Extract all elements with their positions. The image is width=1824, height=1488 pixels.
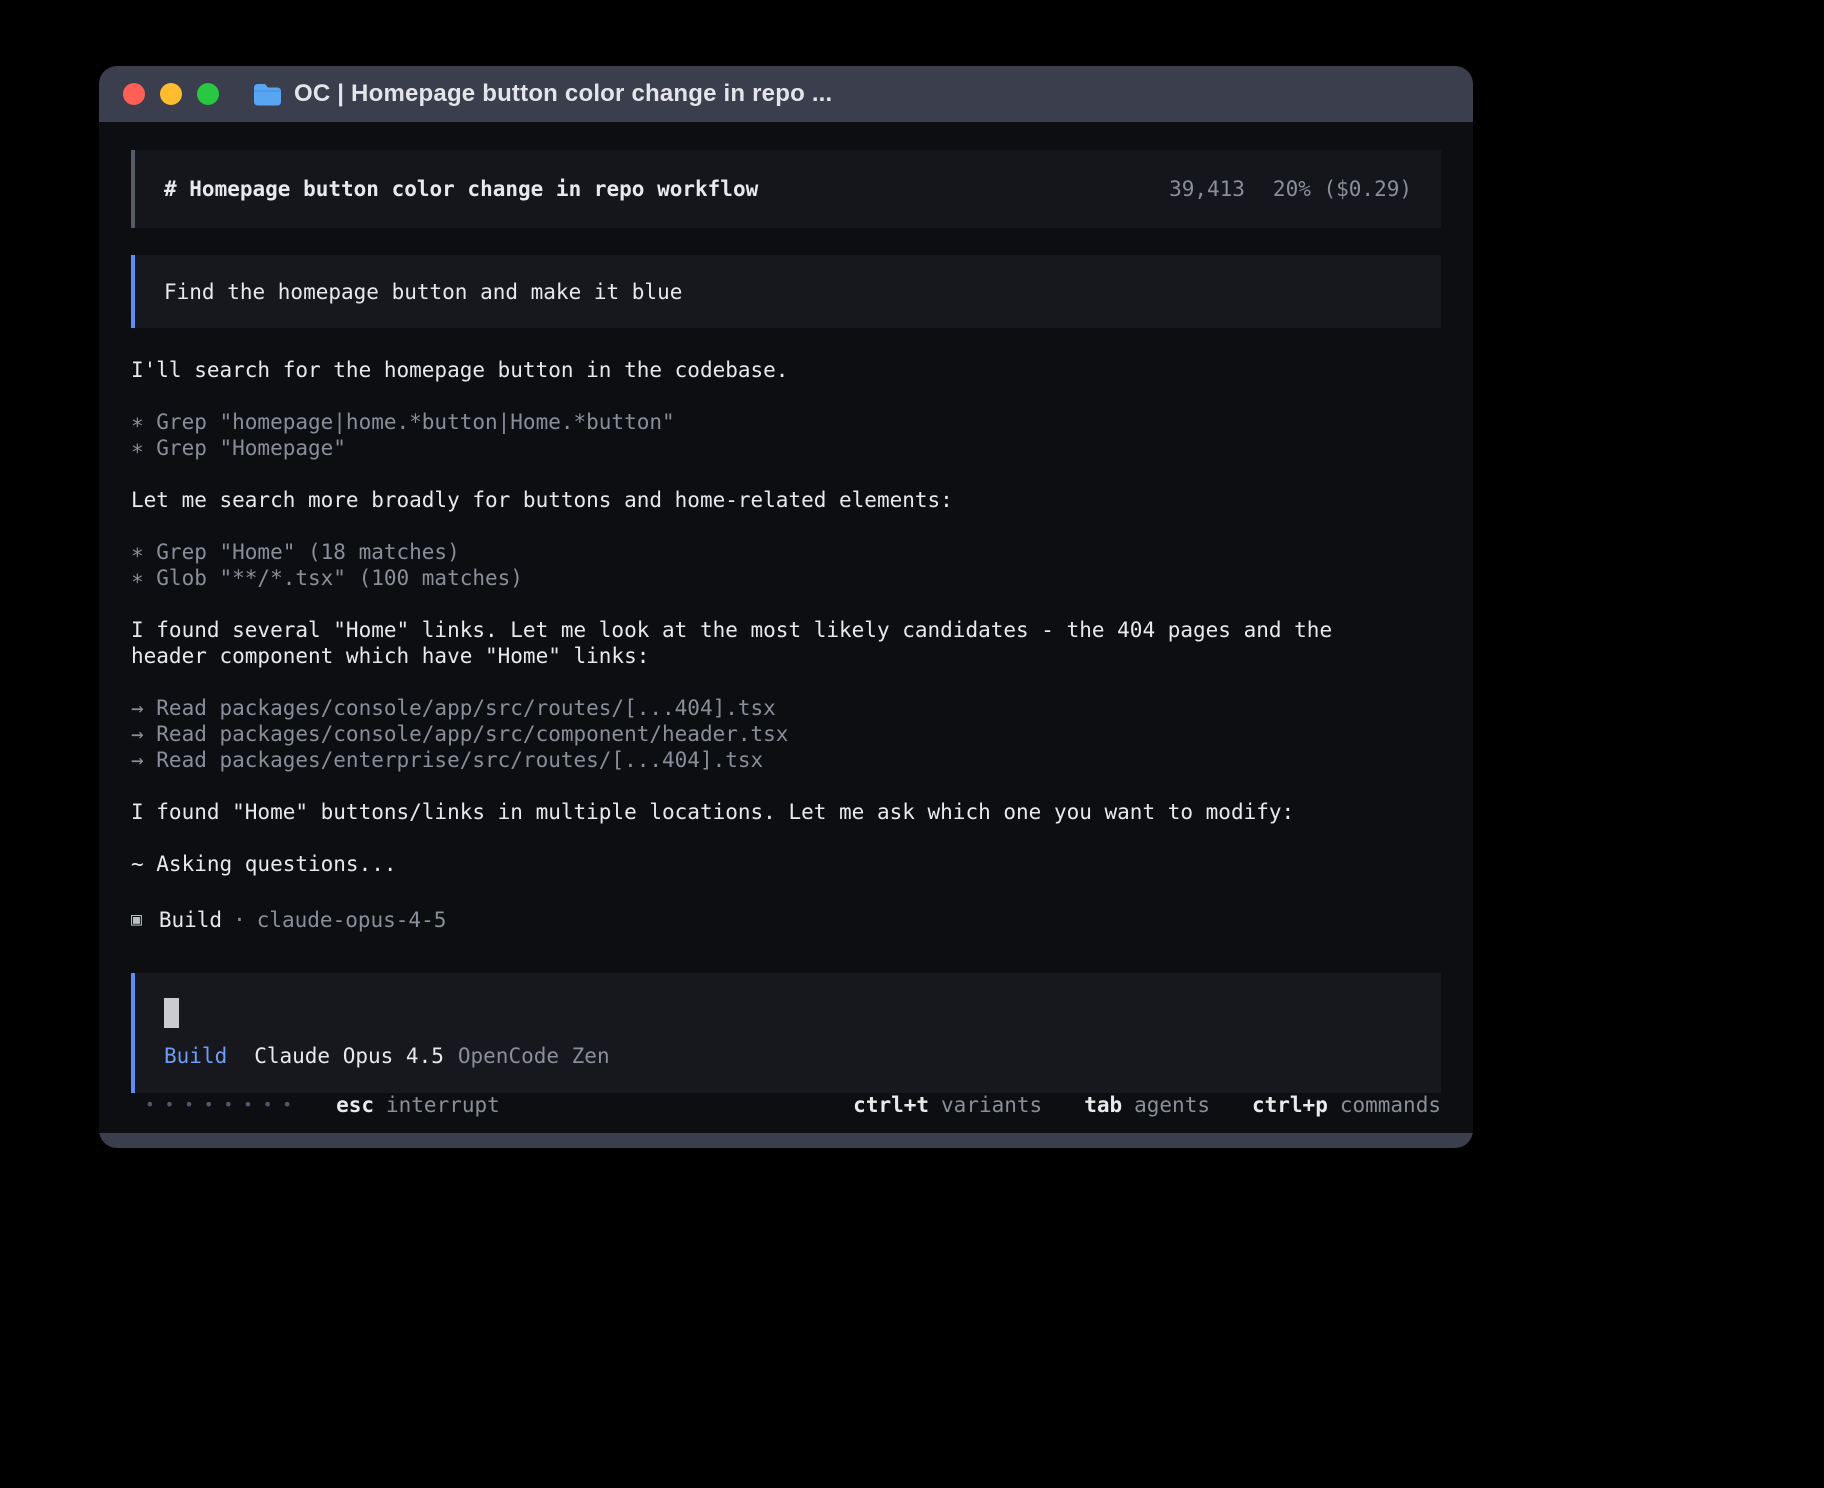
assistant-text-line: I'll search for the homepage button in t…: [131, 357, 1381, 383]
assistant-text-line: I found "Home" buttons/links in multiple…: [131, 799, 1381, 825]
agent-status-row: ▣ Build · claude-opus-4-5: [131, 905, 1381, 935]
hint-label: commands: [1340, 1093, 1441, 1117]
agent-name: Build: [159, 907, 222, 933]
tool-call-grep[interactable]: ∗ Grep "homepage|home.*button|Home.*butt…: [131, 409, 1381, 435]
traffic-lights: [123, 83, 219, 105]
session-header: # Homepage button color change in repo w…: [131, 150, 1441, 228]
hint-key: ctrl+p: [1252, 1093, 1328, 1117]
conversation: I'll search for the homepage button in t…: [131, 357, 1381, 935]
window-bottom-chrome: [99, 1133, 1473, 1148]
tool-call-glob[interactable]: ∗ Glob "**/*.tsx" (100 matches): [131, 565, 1381, 591]
model-name: Claude Opus 4.5: [254, 1044, 444, 1068]
agent-model: claude-opus-4-5: [257, 907, 447, 933]
agent-mode-label[interactable]: Build: [164, 1044, 227, 1068]
hint-interrupt: esc interrupt: [336, 1093, 500, 1117]
assistant-text-line: I found several "Home" links. Let me loo…: [131, 617, 1381, 669]
keyboard-hints: ctrl+t variants tab agents ctrl+p comman…: [853, 1093, 1441, 1117]
hint-key: tab: [1084, 1093, 1122, 1117]
assistant-text-line: Let me search more broadly for buttons a…: [131, 487, 1381, 513]
tool-call-grep[interactable]: ∗ Grep "Homepage": [131, 435, 1381, 461]
agent-separator: ·: [233, 907, 246, 933]
model-provider: OpenCode Zen: [458, 1044, 610, 1068]
terminal-content: # Homepage button color change in repo w…: [99, 122, 1473, 1133]
tool-call-read[interactable]: → Read packages/enterprise/src/routes/[.…: [131, 747, 1381, 773]
session-title: # Homepage button color change in repo w…: [164, 177, 758, 201]
session-stats: 39,413 20% ($0.29): [1169, 177, 1412, 201]
folder-icon: [253, 83, 281, 106]
window-title: OC | Homepage button color change in rep…: [294, 80, 832, 108]
agent-icon: ▣: [131, 907, 142, 933]
asking-questions-status: ~ Asking questions...: [131, 851, 1381, 877]
hint-label: interrupt: [386, 1093, 500, 1117]
context-cost: 20% ($0.29): [1273, 177, 1412, 201]
hint-agents: tab agents: [1084, 1093, 1210, 1117]
token-count: 39,413: [1169, 177, 1245, 201]
input-mode-row: Build Claude Opus 4.5 OpenCode Zen: [164, 1044, 1412, 1068]
hint-key: esc: [336, 1093, 374, 1117]
prompt-input[interactable]: Build Claude Opus 4.5 OpenCode Zen: [131, 973, 1441, 1093]
tool-call-read[interactable]: → Read packages/console/app/src/routes/[…: [131, 695, 1381, 721]
hint-commands: ctrl+p commands: [1252, 1093, 1441, 1117]
terminal-window: OC | Homepage button color change in rep…: [99, 66, 1473, 1148]
zoom-button[interactable]: [197, 83, 219, 105]
user-message: Find the homepage button and make it blu…: [131, 255, 1441, 328]
text-cursor: [164, 998, 179, 1028]
hint-key: ctrl+t: [853, 1093, 929, 1117]
spinner-dots: ••••••••: [145, 1095, 302, 1114]
hint-variants: ctrl+t variants: [853, 1093, 1042, 1117]
title-area: OC | Homepage button color change in rep…: [253, 80, 832, 108]
tool-call-grep[interactable]: ∗ Grep "Home" (18 matches): [131, 539, 1381, 565]
tool-call-read[interactable]: → Read packages/console/app/src/componen…: [131, 721, 1381, 747]
user-message-text: Find the homepage button and make it blu…: [164, 280, 682, 304]
minimize-button[interactable]: [160, 83, 182, 105]
hint-label: agents: [1134, 1093, 1210, 1117]
close-button[interactable]: [123, 83, 145, 105]
status-bar: •••••••• esc interrupt ctrl+t variants t…: [131, 1093, 1441, 1117]
window-titlebar[interactable]: OC | Homepage button color change in rep…: [99, 66, 1473, 122]
hint-label: variants: [941, 1093, 1042, 1117]
